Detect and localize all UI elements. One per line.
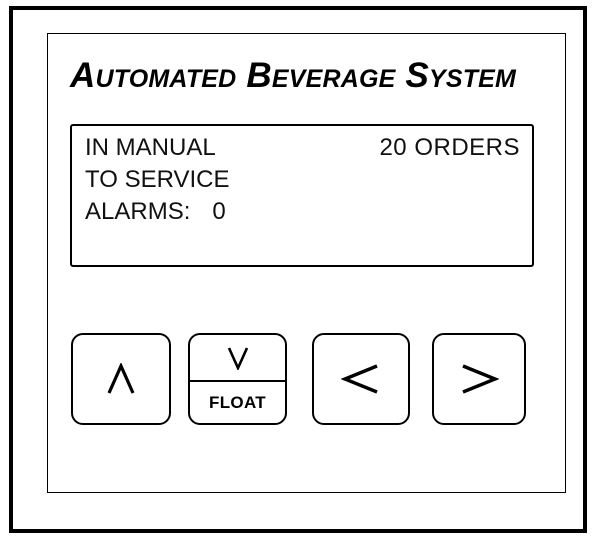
alarms-count: 0: [212, 198, 226, 225]
down-key-lower: FLOAT: [190, 382, 285, 423]
caret-up-icon: [107, 363, 135, 394]
float-label: FLOAT: [209, 392, 266, 412]
caret-down-icon: [227, 346, 248, 370]
down-float-button[interactable]: FLOAT: [188, 333, 287, 425]
mode-status: IN MANUAL: [85, 134, 216, 161]
alarms-readout: ALARMS: 0: [85, 198, 226, 226]
left-button[interactable]: [312, 333, 410, 425]
right-button[interactable]: [432, 333, 526, 425]
chevron-right-icon: [462, 364, 499, 394]
up-button[interactable]: [71, 333, 171, 425]
service-status: TO SERVICE: [85, 166, 230, 193]
orders-count: 20 ORDERS: [379, 134, 520, 161]
chevron-left-icon: [341, 364, 378, 394]
lcd-display: IN MANUAL 20 ORDERS TO SERVICE ALARMS: 0: [70, 124, 534, 267]
alarms-label: ALARMS:: [85, 198, 191, 225]
panel-title: Automated Beverage System: [70, 56, 517, 95]
down-key-upper: [190, 335, 285, 382]
